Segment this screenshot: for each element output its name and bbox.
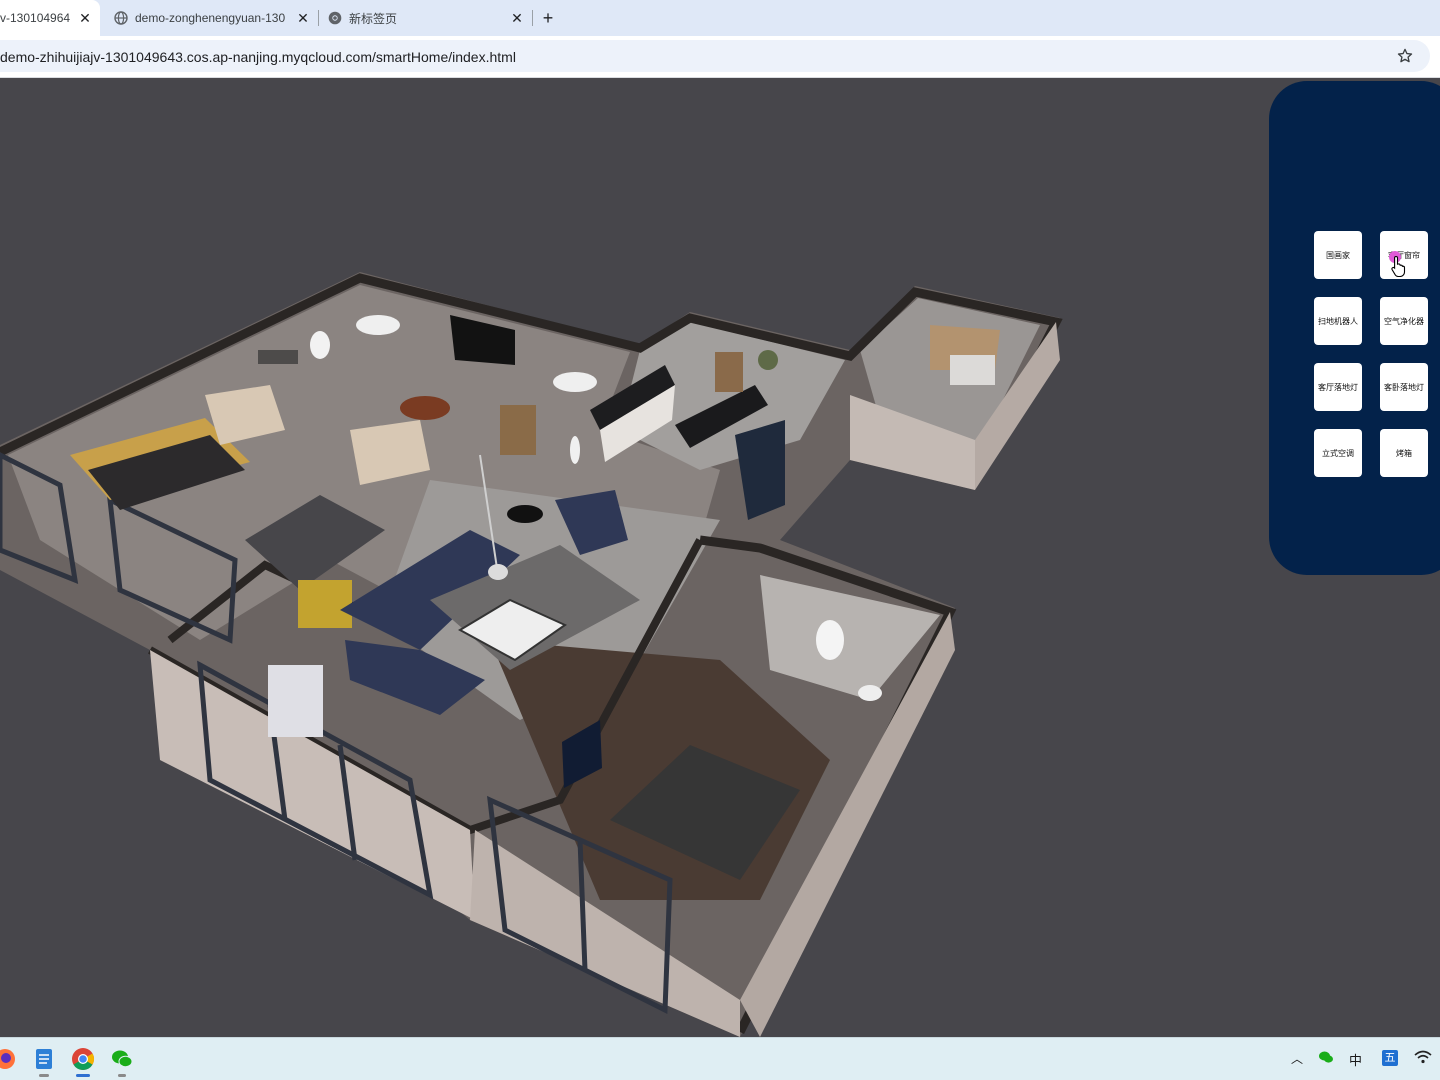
tab-title: v-130104964: [0, 11, 71, 25]
browser-tabstrip: v-130104964 ✕ demo-zonghenengyuan-130 ✕ …: [0, 0, 1440, 36]
scene-viewport[interactable]: [0, 79, 1440, 1037]
browser-toolbar: demo-zhihuijiajv-1301049643.cos.ap-nanji…: [0, 36, 1440, 78]
app-running-indicator: [118, 1074, 126, 1077]
bookmark-star-icon[interactable]: [1396, 47, 1414, 65]
floor-plan-3d[interactable]: [0, 79, 1440, 1037]
tab-active[interactable]: v-130104964 ✕: [0, 0, 100, 36]
app-active-indicator: [76, 1074, 90, 1077]
device-button-3[interactable]: 扫地机器人: [1314, 297, 1362, 345]
address-bar[interactable]: demo-zhihuijiajv-1301049643.cos.ap-nanji…: [0, 40, 1430, 72]
wechat-tray-icon[interactable]: [1318, 1050, 1334, 1067]
tab-close-icon[interactable]: ✕: [508, 9, 526, 27]
chrome-icon: [328, 11, 342, 25]
hand-cursor-icon: [1391, 255, 1407, 278]
new-tab-button[interactable]: +: [538, 8, 558, 28]
device-button-6[interactable]: 客卧落地灯: [1380, 363, 1428, 411]
globe-icon: [114, 11, 128, 25]
tab-title: demo-zonghenengyuan-130: [135, 11, 286, 25]
device-button-1[interactable]: 国画家: [1314, 231, 1362, 279]
device-button-5[interactable]: 客厅落地灯: [1314, 363, 1362, 411]
tab-title: 新标签页: [349, 11, 398, 26]
tab-new-tab-page[interactable]: 新标签页 ✕: [320, 0, 532, 36]
device-button-4[interactable]: 空气净化器: [1380, 297, 1428, 345]
tab-close-icon[interactable]: ✕: [294, 9, 312, 27]
firefox-icon[interactable]: [0, 1046, 18, 1072]
ime-language-indicator[interactable]: 中: [1349, 1050, 1362, 1069]
chrome-icon[interactable]: [70, 1046, 96, 1072]
device-button-7[interactable]: 立式空调: [1314, 429, 1362, 477]
tab-zonghenengyuan[interactable]: demo-zonghenengyuan-130 ✕: [106, 0, 318, 36]
device-button-8[interactable]: 烤箱: [1380, 429, 1428, 477]
tab-separator: [532, 10, 533, 26]
ime-mode-indicator[interactable]: 五: [1382, 1050, 1398, 1066]
address-url[interactable]: demo-zhihuijiajv-1301049643.cos.ap-nanji…: [0, 49, 516, 65]
tab-close-icon[interactable]: ✕: [76, 9, 94, 27]
tray-expand-chevron-icon[interactable]: ︿: [1291, 1050, 1303, 1067]
tab-separator: [318, 10, 319, 26]
app-running-indicator: [39, 1074, 49, 1077]
wifi-icon[interactable]: [1414, 1050, 1432, 1067]
os-taskbar: ︿ 中 五: [0, 1037, 1440, 1080]
wechat-icon[interactable]: [109, 1046, 135, 1072]
notepad-icon[interactable]: [31, 1046, 57, 1072]
